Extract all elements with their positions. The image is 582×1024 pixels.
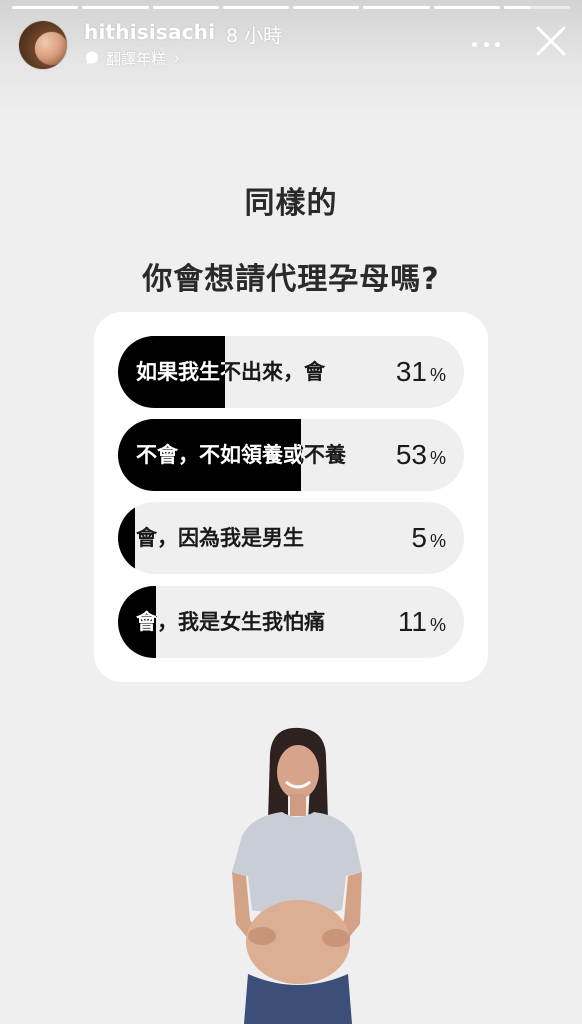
avatar[interactable] [18, 20, 68, 70]
poll-percent: 31% [396, 336, 446, 408]
poll-option-label-inverse: 如果我生不出來，會 [136, 360, 225, 384]
poll-option-2[interactable]: 不會，不如領養或不養 不會，不如領養或不養 53% [118, 419, 464, 491]
poll-card: 如果我生不出來，會 如果我生不出來，會 31% 不會，不如領養或不養 不會，不如… [94, 312, 488, 682]
post-time: 8 小時 [226, 25, 283, 47]
poll-option-label-inverse: 會，我是女生我怕痛 [136, 610, 157, 634]
poll-percent-value: 31 [395, 356, 427, 387]
percent-symbol: % [429, 448, 446, 468]
story-progress-segment [222, 6, 289, 9]
story-progress-segment [503, 6, 570, 9]
poll-option-4[interactable]: 會，我是女生我怕痛 會，我是女生我怕痛 11% [118, 586, 464, 658]
title-line-1: 同樣的 [244, 186, 338, 221]
translate-link[interactable]: 翻譯年糕 › [84, 48, 180, 68]
poll-option-label-inverse: 不會，不如領養或不養 [136, 443, 302, 467]
close-icon[interactable] [534, 24, 568, 58]
poll-option-label: 會，我是女生我怕痛 [136, 610, 325, 634]
percent-symbol: % [429, 615, 446, 635]
story-progress-segment [152, 6, 219, 9]
poll-percent: 53% [396, 419, 446, 491]
poll-percent-value: 11 [397, 606, 427, 637]
poll-percent: 5% [411, 502, 446, 574]
chat-bubble-icon [86, 51, 98, 65]
story-progress [12, 6, 570, 9]
percent-symbol: % [429, 531, 446, 551]
translate-label: 翻譯年糕 [106, 49, 167, 68]
username[interactable]: hithisisachi [84, 20, 215, 44]
story-progress-segment [12, 6, 79, 9]
percent-symbol: % [429, 365, 446, 385]
story-progress-segment [363, 6, 430, 9]
chevron-right-icon: › [174, 49, 181, 67]
story-progress-segment [82, 6, 149, 9]
poll-option-1[interactable]: 如果我生不出來，會 如果我生不出來，會 31% [118, 336, 464, 408]
story-progress-segment [433, 6, 500, 9]
more-icon[interactable] [472, 34, 500, 54]
pregnant-woman-image [232, 727, 362, 1024]
poll-percent: 11% [398, 586, 446, 658]
poll-percent-value: 53 [395, 439, 427, 470]
story-progress-segment [293, 6, 360, 9]
poll-percent-value: 5 [411, 522, 427, 553]
poll-option-label: 會，因為我是男生 [136, 526, 304, 550]
story-header: hithisisachi 8 小時 翻譯年糕 › [18, 18, 568, 74]
poll-option-3[interactable]: 會，因為我是男生 會，因為我是男生 5% [118, 502, 464, 574]
title-line-2: 你會想請代理孕母嗎? [142, 262, 440, 297]
